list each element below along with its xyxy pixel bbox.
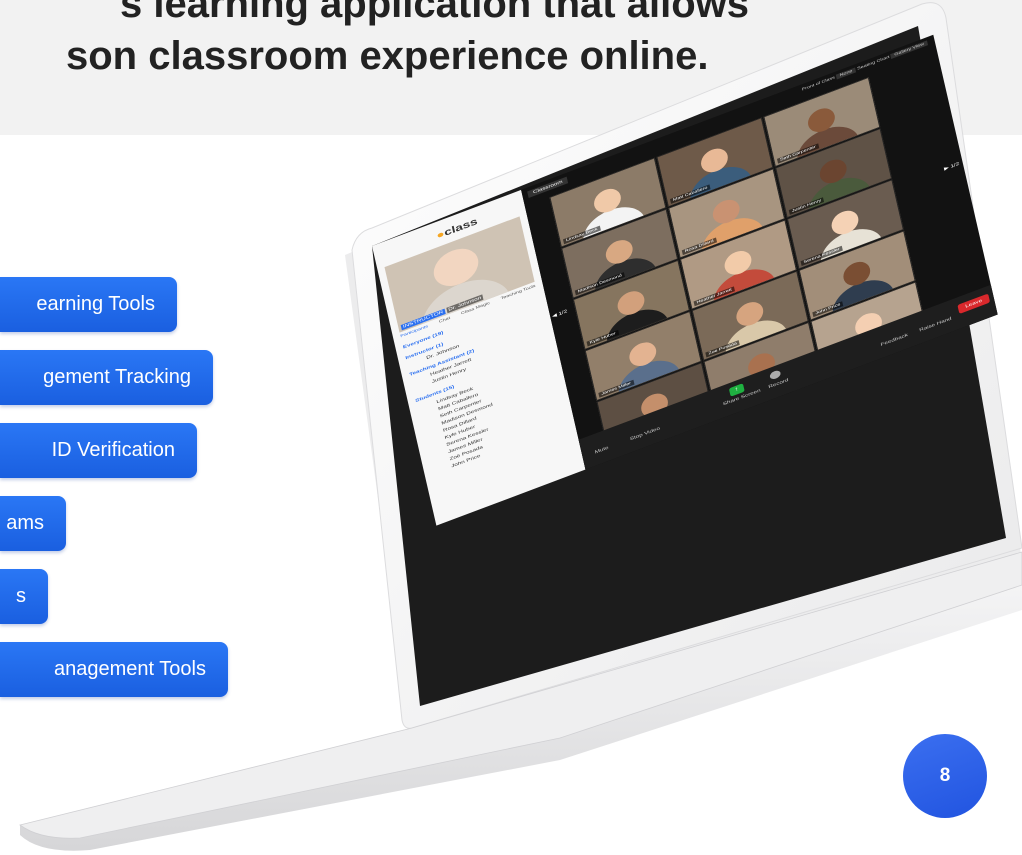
page-indicator-right: 1/2 bbox=[950, 161, 960, 170]
mute-button[interactable]: Mute bbox=[594, 446, 609, 455]
raise-hand-button[interactable]: Raise Hand bbox=[919, 316, 952, 332]
headline-line-1: s learning application that allows bbox=[120, 0, 750, 26]
prev-page-indicator[interactable]: ◀ 1/2 bbox=[552, 309, 568, 319]
headline-line-2: son classroom experience online. bbox=[66, 34, 709, 78]
feature-s-button[interactable]: s bbox=[0, 569, 48, 624]
tab-chat[interactable]: Chat bbox=[439, 316, 451, 324]
record-icon[interactable] bbox=[769, 369, 782, 381]
feature-management-tools-button[interactable]: anagement Tools bbox=[0, 642, 228, 697]
feature-exams-button[interactable]: ams bbox=[0, 496, 66, 551]
feature-id-verification-button[interactable]: ID Verification bbox=[0, 423, 197, 478]
feedback-button[interactable]: Feedback bbox=[880, 333, 908, 347]
front-of-class-select[interactable]: None bbox=[835, 67, 857, 80]
feature-engagement-tracking-button[interactable]: gement Tracking bbox=[0, 350, 213, 405]
page-headline: s learning application that allows son c… bbox=[0, 0, 749, 138]
page-number-badge: 8 bbox=[903, 734, 987, 818]
leave-button[interactable]: Leave bbox=[957, 293, 991, 314]
record-button[interactable]: Record bbox=[768, 378, 789, 390]
feature-learning-tools-button[interactable]: earning Tools bbox=[0, 277, 177, 332]
stop-video-button[interactable]: Stop Video bbox=[630, 426, 661, 441]
next-page-indicator[interactable]: ▶ 1/2 bbox=[944, 161, 960, 172]
group-students[interactable]: Students (15) bbox=[415, 385, 455, 404]
page-indicator-left: 1/2 bbox=[558, 309, 568, 317]
